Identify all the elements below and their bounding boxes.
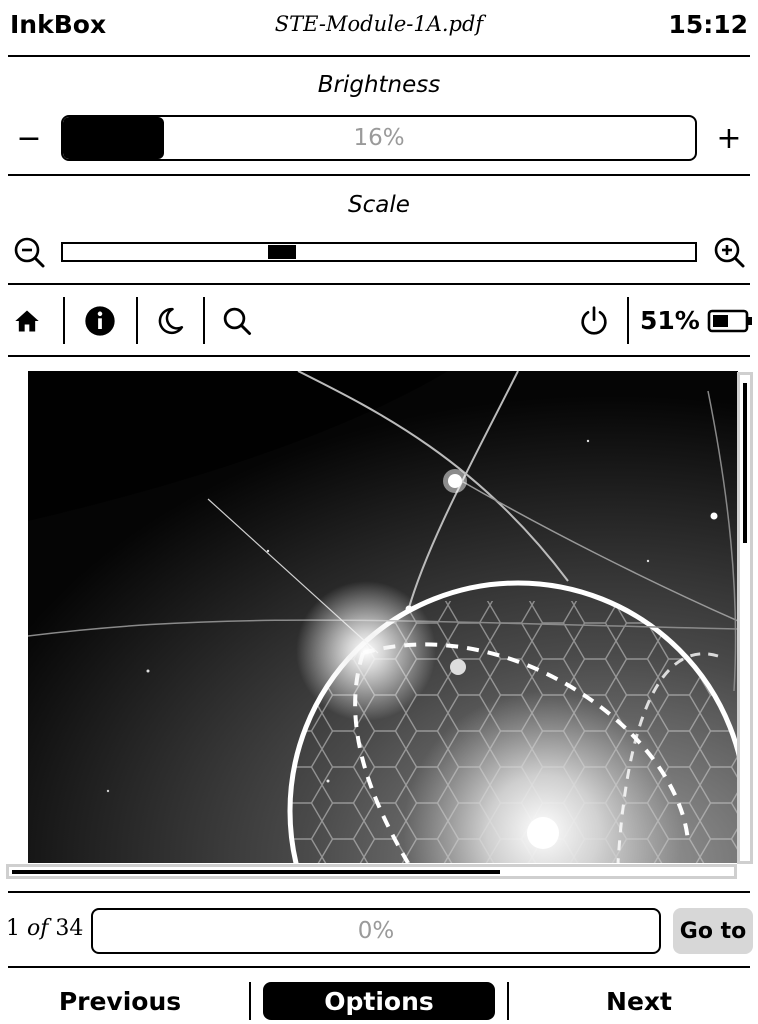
zoom-out-icon[interactable] <box>12 235 46 269</box>
clock: 15:12 <box>668 10 748 39</box>
brightness-decrease-button[interactable]: − <box>9 118 49 158</box>
total-pages: 34 <box>55 916 84 941</box>
reading-progress[interactable]: 0% <box>91 908 661 954</box>
divider <box>8 355 750 357</box>
power-icon <box>581 306 607 335</box>
divider <box>8 55 750 57</box>
next-button[interactable]: Next <box>520 982 758 1020</box>
divider <box>8 283 750 285</box>
info-button[interactable] <box>78 298 122 344</box>
previous-button[interactable]: Previous <box>0 982 240 1020</box>
bottom-separator <box>249 982 251 1020</box>
page-of-label: of <box>27 916 49 941</box>
options-button[interactable]: Options <box>263 982 495 1020</box>
horizontal-scrollbar-thumb[interactable] <box>12 870 500 874</box>
zoom-in-icon[interactable] <box>712 235 746 269</box>
toolbar-separator <box>627 297 629 344</box>
brightness-slider[interactable]: 16% <box>61 115 697 161</box>
home-icon <box>15 310 39 332</box>
power-button[interactable] <box>572 298 616 344</box>
document-title: STE-Module-1A.pdf <box>274 12 484 36</box>
page-indicator: 1 of 34 <box>6 916 83 941</box>
bottom-separator <box>507 982 509 1020</box>
moon-icon <box>158 307 184 335</box>
night-mode-button[interactable] <box>148 298 192 344</box>
goto-button[interactable]: Go to <box>673 908 753 954</box>
battery-icon <box>707 309 755 333</box>
space-illustration <box>28 371 738 863</box>
current-page: 1 <box>6 916 20 941</box>
battery-percentage: 51% <box>640 306 700 335</box>
divider <box>8 966 750 968</box>
home-button[interactable] <box>5 298 49 344</box>
brightness-value: 16% <box>353 125 405 151</box>
vertical-scrollbar[interactable] <box>737 372 753 864</box>
search-button[interactable] <box>215 298 259 344</box>
vertical-scrollbar-thumb[interactable] <box>743 383 747 543</box>
scale-thumb[interactable] <box>268 245 296 259</box>
divider <box>8 891 750 893</box>
scale-slider[interactable] <box>61 242 697 262</box>
page-image[interactable] <box>28 371 738 863</box>
info-icon <box>85 306 115 336</box>
search-icon <box>223 307 251 335</box>
brightness-title: Brightness <box>317 72 441 98</box>
toolbar-separator <box>136 297 138 344</box>
brightness-increase-button[interactable]: + <box>709 118 749 158</box>
toolbar-separator <box>203 297 205 344</box>
scale-title: Scale <box>348 192 410 218</box>
horizontal-scrollbar[interactable] <box>6 864 737 879</box>
toolbar-separator <box>63 297 65 344</box>
divider <box>8 174 750 176</box>
